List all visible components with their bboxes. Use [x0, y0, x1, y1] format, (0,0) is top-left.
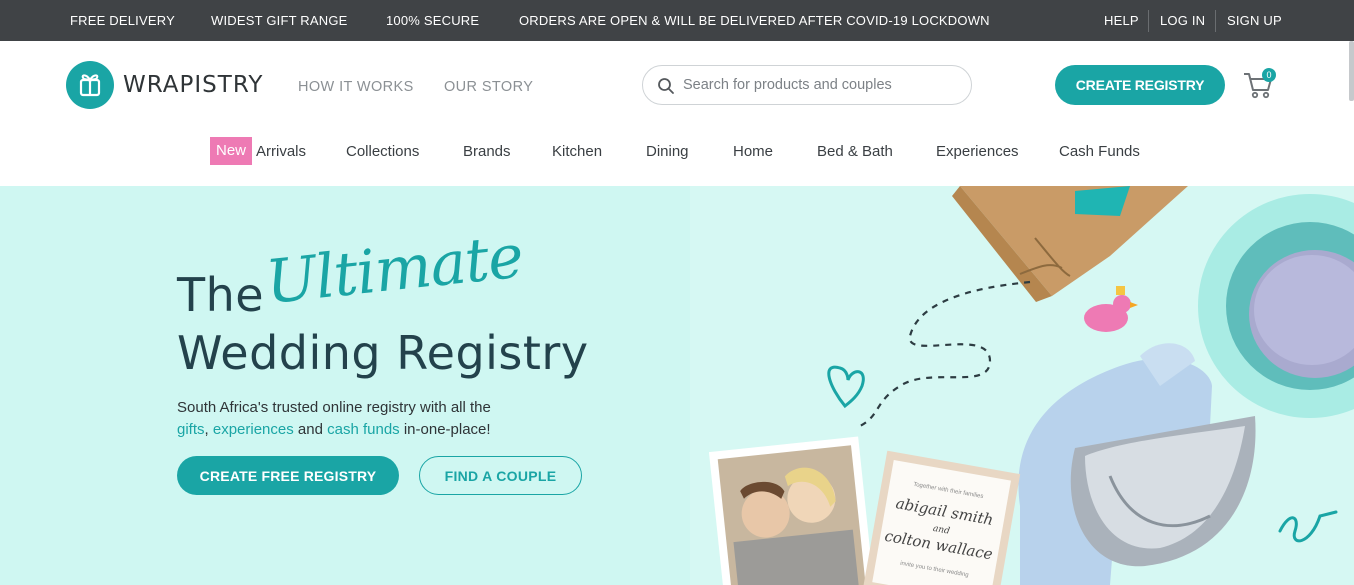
create-free-registry-button[interactable]: CREATE FREE REGISTRY — [177, 456, 399, 495]
nav-bed-bath[interactable]: Bed & Bath — [817, 143, 893, 160]
hero-title-main: Wedding Registry — [177, 326, 589, 380]
nav-brands[interactable]: Brands — [463, 143, 511, 160]
experiences-link[interactable]: experiences — [213, 421, 294, 438]
comma: , — [204, 421, 209, 438]
nav-experiences[interactable]: Experiences — [936, 143, 1019, 160]
nav-dining[interactable]: Dining — [646, 143, 689, 160]
hero-illustration: Together with their families abigail smi… — [690, 186, 1354, 585]
new-badge[interactable]: New — [210, 137, 252, 165]
search-input[interactable] — [683, 75, 963, 95]
page-scrollbar[interactable] — [1349, 41, 1354, 101]
covid-notice-text: ORDERS ARE OPEN & WILL BE DELIVERED AFTE… — [519, 13, 990, 28]
hero-desc-end: in-one-place! — [403, 421, 491, 438]
hero-title-the: The — [177, 268, 265, 322]
logo-gift-icon[interactable] — [66, 61, 114, 109]
top-announcement-bar: FREE DELIVERY WIDEST GIFT RANGE 100% SEC… — [0, 0, 1354, 41]
search-icon — [658, 78, 674, 94]
help-link[interactable]: HELP — [1104, 13, 1139, 28]
create-registry-button[interactable]: CREATE REGISTRY — [1055, 65, 1225, 105]
signup-link[interactable]: SIGN UP — [1227, 13, 1282, 28]
widest-gift-range-text: WIDEST GIFT RANGE — [211, 13, 348, 28]
cart-count-badge: 0 — [1262, 68, 1276, 82]
divider — [1148, 10, 1149, 32]
nav-home[interactable]: Home — [733, 143, 773, 160]
nav-kitchen[interactable]: Kitchen — [552, 143, 602, 160]
brand-name[interactable]: WRAPISTRY — [123, 72, 263, 98]
gifts-link[interactable]: gifts — [177, 421, 205, 438]
and-text: and — [297, 421, 323, 438]
search-bar[interactable] — [642, 65, 972, 105]
hero-desc-line1: South Africa's trusted online registry w… — [177, 399, 491, 416]
nav-cash-funds[interactable]: Cash Funds — [1059, 143, 1140, 160]
login-link[interactable]: LOG IN — [1160, 13, 1205, 28]
our-story-link[interactable]: OUR STORY — [444, 79, 533, 95]
hero-banner: Together with their families abigail smi… — [0, 186, 1354, 585]
divider — [1215, 10, 1216, 32]
free-delivery-text: FREE DELIVERY — [70, 13, 175, 28]
nav-arrivals[interactable]: Arrivals — [256, 143, 306, 160]
find-a-couple-button[interactable]: FIND A COUPLE — [419, 456, 582, 495]
hero-description: South Africa's trusted online registry w… — [177, 397, 617, 441]
cash-funds-link[interactable]: cash funds — [327, 421, 400, 438]
how-it-works-link[interactable]: HOW IT WORKS — [298, 79, 414, 95]
secure-text: 100% SECURE — [386, 13, 480, 28]
nav-collections[interactable]: Collections — [346, 143, 419, 160]
